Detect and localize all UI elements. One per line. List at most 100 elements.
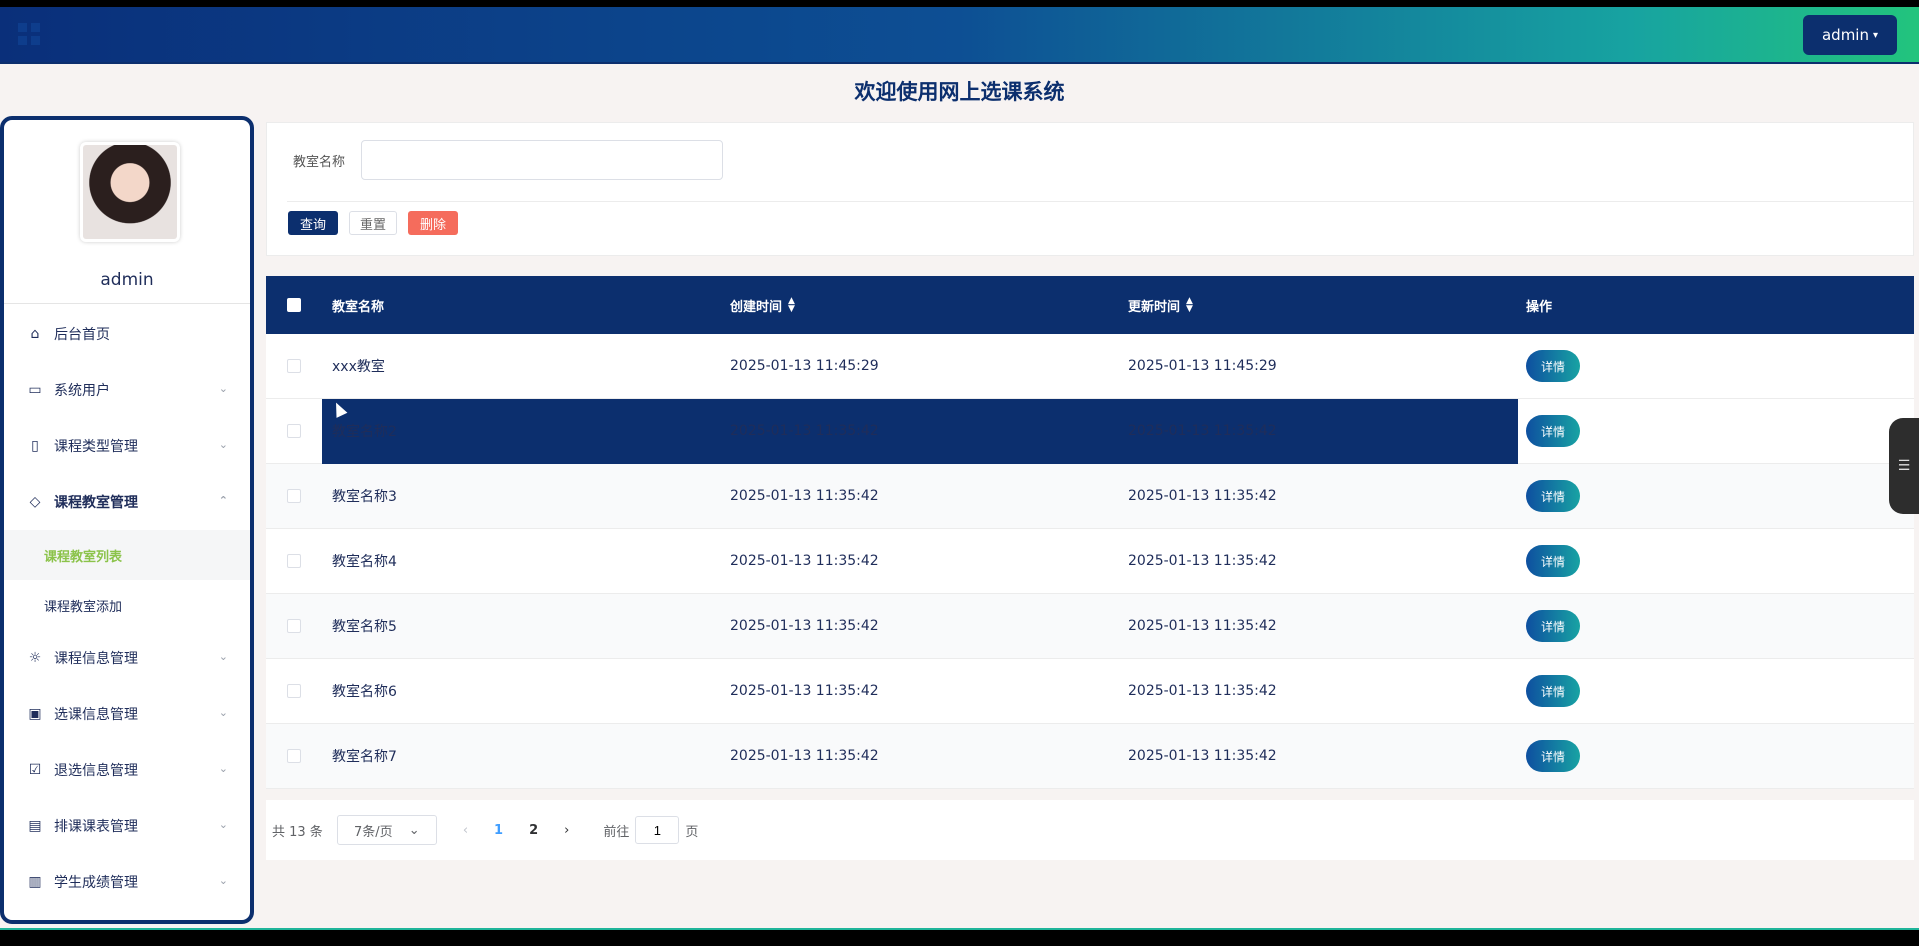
bottom-bar: [0, 928, 1919, 946]
pagination: 共 13 条 7条/页 ⌄ ‹ 1 2 › 前往 页: [266, 800, 1914, 860]
sidebar-item-schedule[interactable]: ▤ 排课课表管理 ⌄: [4, 798, 250, 854]
user-menu-label: admin: [1821, 26, 1869, 44]
top-bar: admin ▾: [0, 0, 1919, 64]
classroom-name-input[interactable]: [361, 140, 723, 180]
delete-button[interactable]: 删除: [408, 211, 458, 235]
sort-icon[interactable]: ▲ ▼: [788, 297, 795, 314]
detail-button[interactable]: 详情: [1526, 480, 1580, 512]
sort-icon[interactable]: ▲ ▼: [1186, 297, 1193, 314]
chevron-down-icon: ▾: [1872, 29, 1879, 41]
table-row[interactable]: 教室名称7 2025-01-13 11:35:42 2025-01-13 11:…: [266, 724, 1914, 789]
sidebar-item-enrollment[interactable]: ▣ 选课信息管理 ⌄: [4, 686, 250, 742]
sidebar-item-label: 排课课表管理: [54, 819, 138, 835]
avatar: [80, 142, 180, 242]
search-panel: 教室名称 查询 重置 删除: [266, 122, 1914, 256]
table-row[interactable]: 教室名称6 2025-01-13 11:35:42 2025-01-13 11:…: [266, 659, 1914, 724]
sidebar-item-label: 课程类型管理: [54, 439, 138, 455]
cell-name: 教室名称5: [332, 619, 397, 635]
cell-updated: 2025-01-13 11:35:42: [1128, 553, 1277, 569]
row-checkbox[interactable]: [287, 489, 301, 503]
cell-name: 教室名称3: [332, 489, 397, 505]
user-menu-button[interactable]: admin ▾: [1803, 15, 1897, 55]
sidebar-item-withdrawal[interactable]: ☑ 退选信息管理 ⌄: [4, 742, 250, 798]
sidebar-item-label: 后台首页: [54, 327, 110, 343]
classroom-name-label: 教室名称: [293, 155, 346, 170]
detail-button[interactable]: 详情: [1526, 610, 1580, 642]
row-checkbox[interactable]: [287, 749, 301, 763]
chevron-down-icon: ⌄: [218, 438, 228, 451]
sun-icon: ☼: [28, 650, 42, 666]
monitor-icon: ▭: [28, 382, 42, 398]
cell-created: 2025-01-13 11:35:42: [730, 683, 879, 699]
tag-icon: ◇: [29, 494, 41, 510]
table-row[interactable]: xxx教室 2025-01-13 11:45:29 2025-01-13 11:…: [266, 334, 1914, 399]
sidebar-item-system-users[interactable]: ▭ 系统用户 ⌄: [4, 362, 250, 418]
cell-created: 2025-01-13 11:35:42: [730, 423, 879, 439]
table-row[interactable]: 教室名称2 2025-01-13 11:35:42 2025-01-13 11:…: [266, 399, 1914, 464]
sidebar-item-course-types[interactable]: ▯ 课程类型管理 ⌄: [4, 418, 250, 474]
page-size-select[interactable]: 7条/页 ⌄: [336, 815, 437, 845]
cell-updated: 2025-01-13 11:35:42: [1128, 683, 1277, 699]
cell-name: 教室名称2: [332, 424, 397, 440]
table-row[interactable]: 教室名称3 2025-01-13 11:35:42 2025-01-13 11:…: [266, 464, 1914, 529]
detail-button[interactable]: 详情: [1526, 675, 1580, 707]
query-button[interactable]: 查询: [288, 211, 338, 235]
page-1[interactable]: 1: [494, 823, 503, 838]
bookmark-icon: ▯: [31, 438, 39, 454]
sidebar-username: admin: [100, 270, 154, 290]
row-checkbox[interactable]: [287, 424, 301, 438]
cell-updated: 2025-01-13 11:35:42: [1128, 618, 1277, 634]
next-page-icon[interactable]: ›: [564, 823, 569, 838]
column-header-updated[interactable]: 更新时间 ▲ ▼: [1118, 296, 1516, 315]
detail-button[interactable]: 详情: [1526, 545, 1580, 577]
detail-button[interactable]: 详情: [1526, 350, 1580, 382]
chevron-down-icon: ⌄: [408, 822, 420, 838]
cell-name: 教室名称6: [332, 684, 397, 700]
chevron-up-icon: ⌃: [218, 494, 228, 507]
column-header-label: 创建时间: [730, 299, 783, 315]
submenu-item-classroom-add[interactable]: 课程教室添加: [4, 580, 250, 630]
grid-icon[interactable]: [18, 23, 40, 45]
column-header-actions: 操作: [1526, 299, 1553, 315]
reset-button[interactable]: 重置: [349, 211, 397, 235]
sidebar-item-classrooms[interactable]: ◇ 课程教室管理 ⌃: [4, 474, 250, 530]
submenu-item-classroom-list[interactable]: 课程教室列表: [4, 530, 250, 580]
row-checkbox[interactable]: [287, 619, 301, 633]
sidebar-menu: ⌂ 后台首页 ▭ 系统用户 ⌄ ▯ 课程类型管理 ⌄ ◇ 课程教室管理 ⌃ 课程…: [4, 306, 250, 910]
sidebar-item-home[interactable]: ⌂ 后台首页: [4, 306, 250, 362]
select-all-checkbox[interactable]: [287, 298, 301, 312]
table-row[interactable]: 教室名称5 2025-01-13 11:35:42 2025-01-13 11:…: [266, 594, 1914, 659]
inbox-icon: ▣: [28, 706, 42, 722]
sidebar-item-label: 课程教室管理: [54, 495, 138, 511]
cell-name: 教室名称4: [332, 554, 397, 570]
sidebar-item-label: 学生成绩管理: [54, 875, 138, 891]
row-checkbox[interactable]: [287, 359, 301, 373]
chevron-down-icon: ⌄: [218, 650, 228, 663]
prev-page-icon[interactable]: ‹: [463, 823, 468, 838]
table-row[interactable]: 教室名称4 2025-01-13 11:35:42 2025-01-13 11:…: [266, 529, 1914, 594]
goto-suffix: 页: [685, 824, 699, 840]
side-panel-toggle-icon[interactable]: ☰: [1889, 418, 1919, 514]
row-checkbox[interactable]: [287, 684, 301, 698]
cell-created: 2025-01-13 11:45:29: [730, 358, 879, 374]
cell-created: 2025-01-13 11:35:42: [730, 618, 879, 634]
chevron-down-icon: ⌄: [218, 706, 228, 719]
chevron-down-icon: ⌄: [218, 382, 228, 395]
page-2[interactable]: 2: [529, 823, 538, 838]
page-title: 欢迎使用网上选课系统: [854, 80, 1065, 104]
page-size-value: 7条/页: [354, 824, 393, 840]
sidebar-item-course-info[interactable]: ☼ 课程信息管理 ⌄: [4, 630, 250, 686]
row-checkbox[interactable]: [287, 554, 301, 568]
detail-button[interactable]: 详情: [1526, 415, 1580, 447]
cell-updated: 2025-01-13 11:35:42: [1128, 488, 1277, 504]
classroom-table: 教室名称 创建时间 ▲ ▼ 更新时间 ▲ ▼ 操作 xxx教室 2025-01-13…: [266, 276, 1914, 789]
column-header-label: 更新时间: [1128, 299, 1181, 315]
cell-created: 2025-01-13 11:35:42: [730, 748, 879, 764]
sidebar-item-label: 课程信息管理: [54, 651, 138, 667]
detail-button[interactable]: 详情: [1526, 740, 1580, 772]
cell-name: 教室名称7: [332, 749, 397, 765]
sidebar-item-grades[interactable]: ▥ 学生成绩管理 ⌄: [4, 854, 250, 910]
column-header-created[interactable]: 创建时间 ▲ ▼: [720, 296, 1118, 315]
sidebar-item-label: 退选信息管理: [54, 763, 138, 779]
goto-page-input[interactable]: [635, 816, 680, 844]
